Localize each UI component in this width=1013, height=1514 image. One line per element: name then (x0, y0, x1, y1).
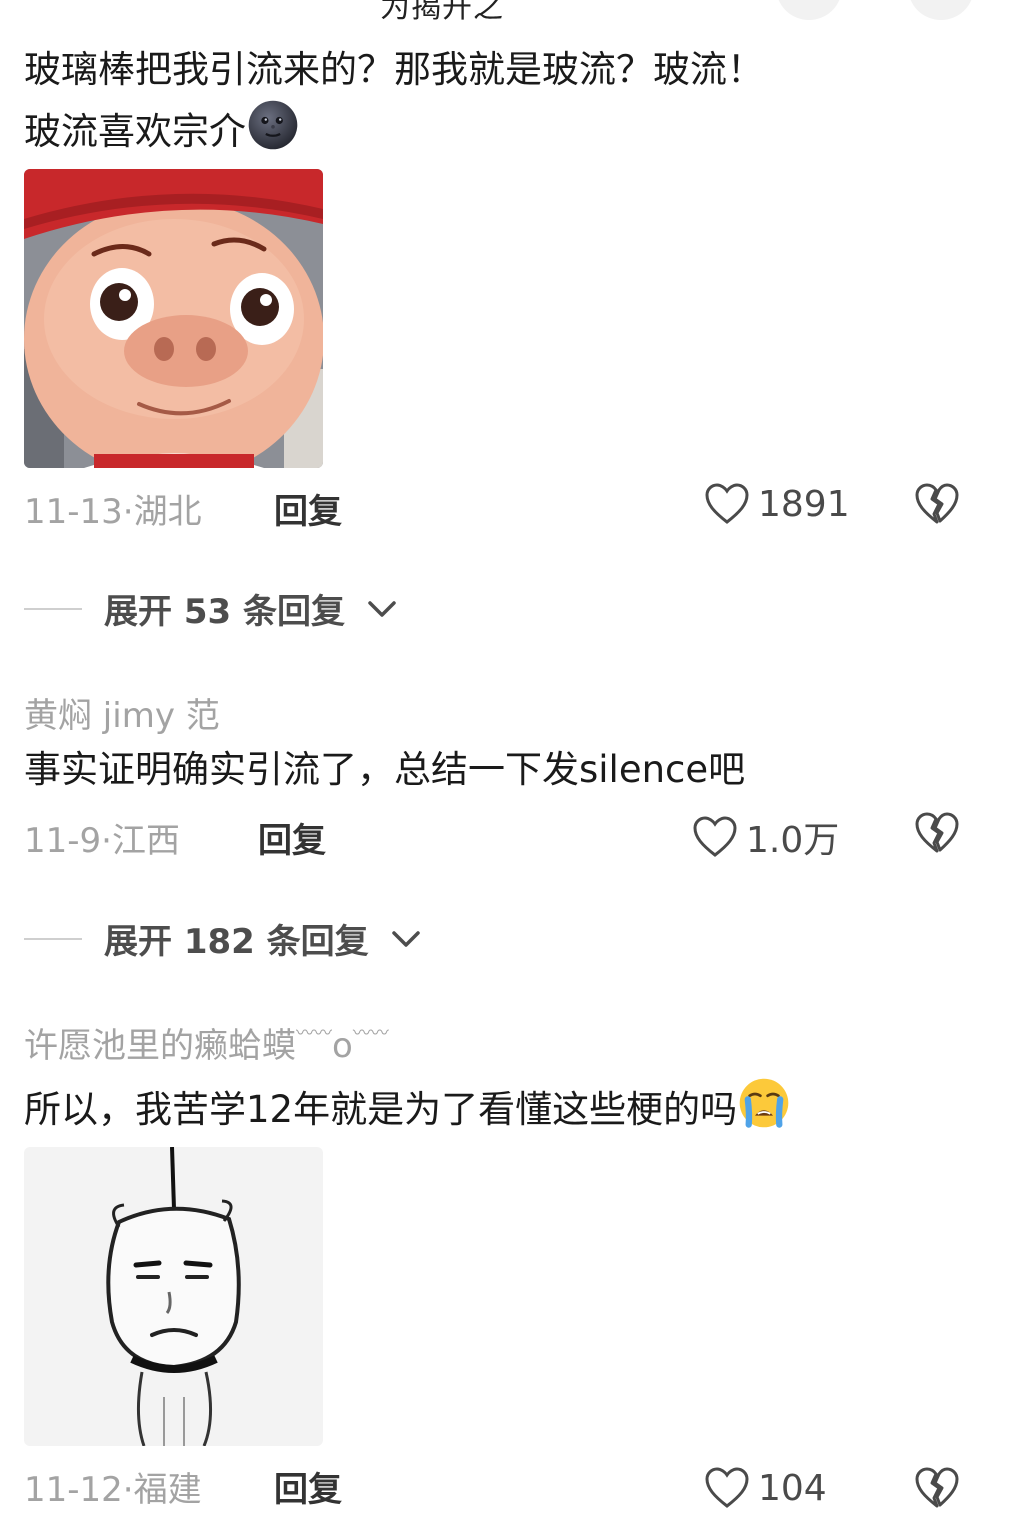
comment-text: 玻璃棒把我引流来的？那我就是玻流？玻流！ 玻流喜欢宗介 (24, 42, 984, 160)
comment-meta: 11-12·福建 (24, 1462, 202, 1511)
comment-text-line: 玻璃棒把我引流来的？那我就是玻流？玻流！ (24, 48, 764, 91)
reply-button[interactable]: 回复 (258, 813, 326, 862)
heart-outline-icon (693, 816, 737, 857)
comment-location: 湖北 (133, 492, 202, 532)
like-button[interactable]: 104 (704, 1466, 827, 1510)
comment-username[interactable]: 黄焖 jimy 范 (24, 688, 220, 737)
meta-separator: · (122, 1470, 134, 1510)
username-letter: o (332, 1026, 353, 1066)
like-button[interactable]: 1.0万 (692, 811, 839, 863)
expand-replies-button[interactable]: 展开 53 条回复 (24, 584, 397, 633)
meta-separator: · (122, 492, 134, 532)
like-count: 104 (758, 1467, 827, 1509)
comment-date: 11-12 (24, 1470, 123, 1510)
header-action-button[interactable] (776, 0, 842, 20)
comment-text-line: 玻流喜欢宗介 (24, 98, 984, 160)
comment-meta: 11-13·湖北 (24, 484, 202, 533)
comment-text: 事实证明确实引流了，总结一下发silence吧 (24, 748, 746, 791)
dislike-button[interactable] (914, 1466, 960, 1514)
reply-button[interactable]: 回复 (274, 484, 342, 533)
username-decoration: 〰〰 (352, 1023, 389, 1044)
divider (24, 607, 82, 610)
dislike-button[interactable] (914, 811, 960, 859)
broken-heart-icon (915, 483, 959, 524)
like-count: 1.0万 (746, 820, 840, 861)
comment-location: 福建 (133, 1470, 202, 1510)
meta-separator: · (101, 821, 112, 861)
heart-outline-icon (705, 483, 749, 524)
chevron-down-icon (368, 600, 396, 617)
username-main: 许愿池里的癞蛤蟆 (24, 1026, 296, 1066)
expand-replies-button[interactable]: 展开 182 条回复 (24, 914, 421, 963)
comment-location: 江西 (111, 821, 180, 861)
broken-heart-icon (915, 812, 959, 853)
comment-image-sticker[interactable] (24, 169, 323, 468)
header-more-button[interactable] (908, 0, 974, 20)
cartoon-pig-face-sticker (24, 169, 323, 468)
comment-text-part: 所以，我苦学12年就是为了看懂这些梗的吗 (24, 1088, 738, 1131)
username-decoration: 〰〰 (296, 1023, 332, 1044)
heart-outline-icon (705, 1467, 749, 1508)
hanging-meme-sketch-sticker (24, 1147, 323, 1446)
like-button[interactable]: 1891 (704, 482, 850, 526)
divider (24, 937, 82, 940)
comment-text-part: 玻流喜欢宗介 (24, 110, 246, 153)
dislike-button[interactable] (914, 482, 960, 530)
expand-replies-label: 展开 53 条回复 (104, 592, 345, 632)
comment-date: 11-9 (24, 821, 102, 861)
broken-heart-icon (915, 1467, 959, 1508)
comment-username[interactable]: 许愿池里的癞蛤蟆〰〰o〰〰 (24, 1018, 389, 1067)
comment-text: 所以，我苦学12年就是为了看懂这些梗的吗 (24, 1076, 984, 1138)
page-title: 为揭开之 (380, 0, 504, 25)
comment-image-sticker[interactable] (24, 1147, 323, 1446)
comment-meta: 11-9·江西 (24, 813, 180, 862)
like-count: 1891 (758, 483, 850, 525)
expand-replies-label: 展开 182 条回复 (104, 922, 369, 962)
reply-button[interactable]: 回复 (274, 1462, 342, 1511)
chevron-down-icon (391, 930, 420, 947)
new-moon-face-emoji (248, 100, 298, 150)
comment-date: 11-13 (24, 492, 123, 532)
loudly-crying-face-emoji (739, 1078, 789, 1128)
